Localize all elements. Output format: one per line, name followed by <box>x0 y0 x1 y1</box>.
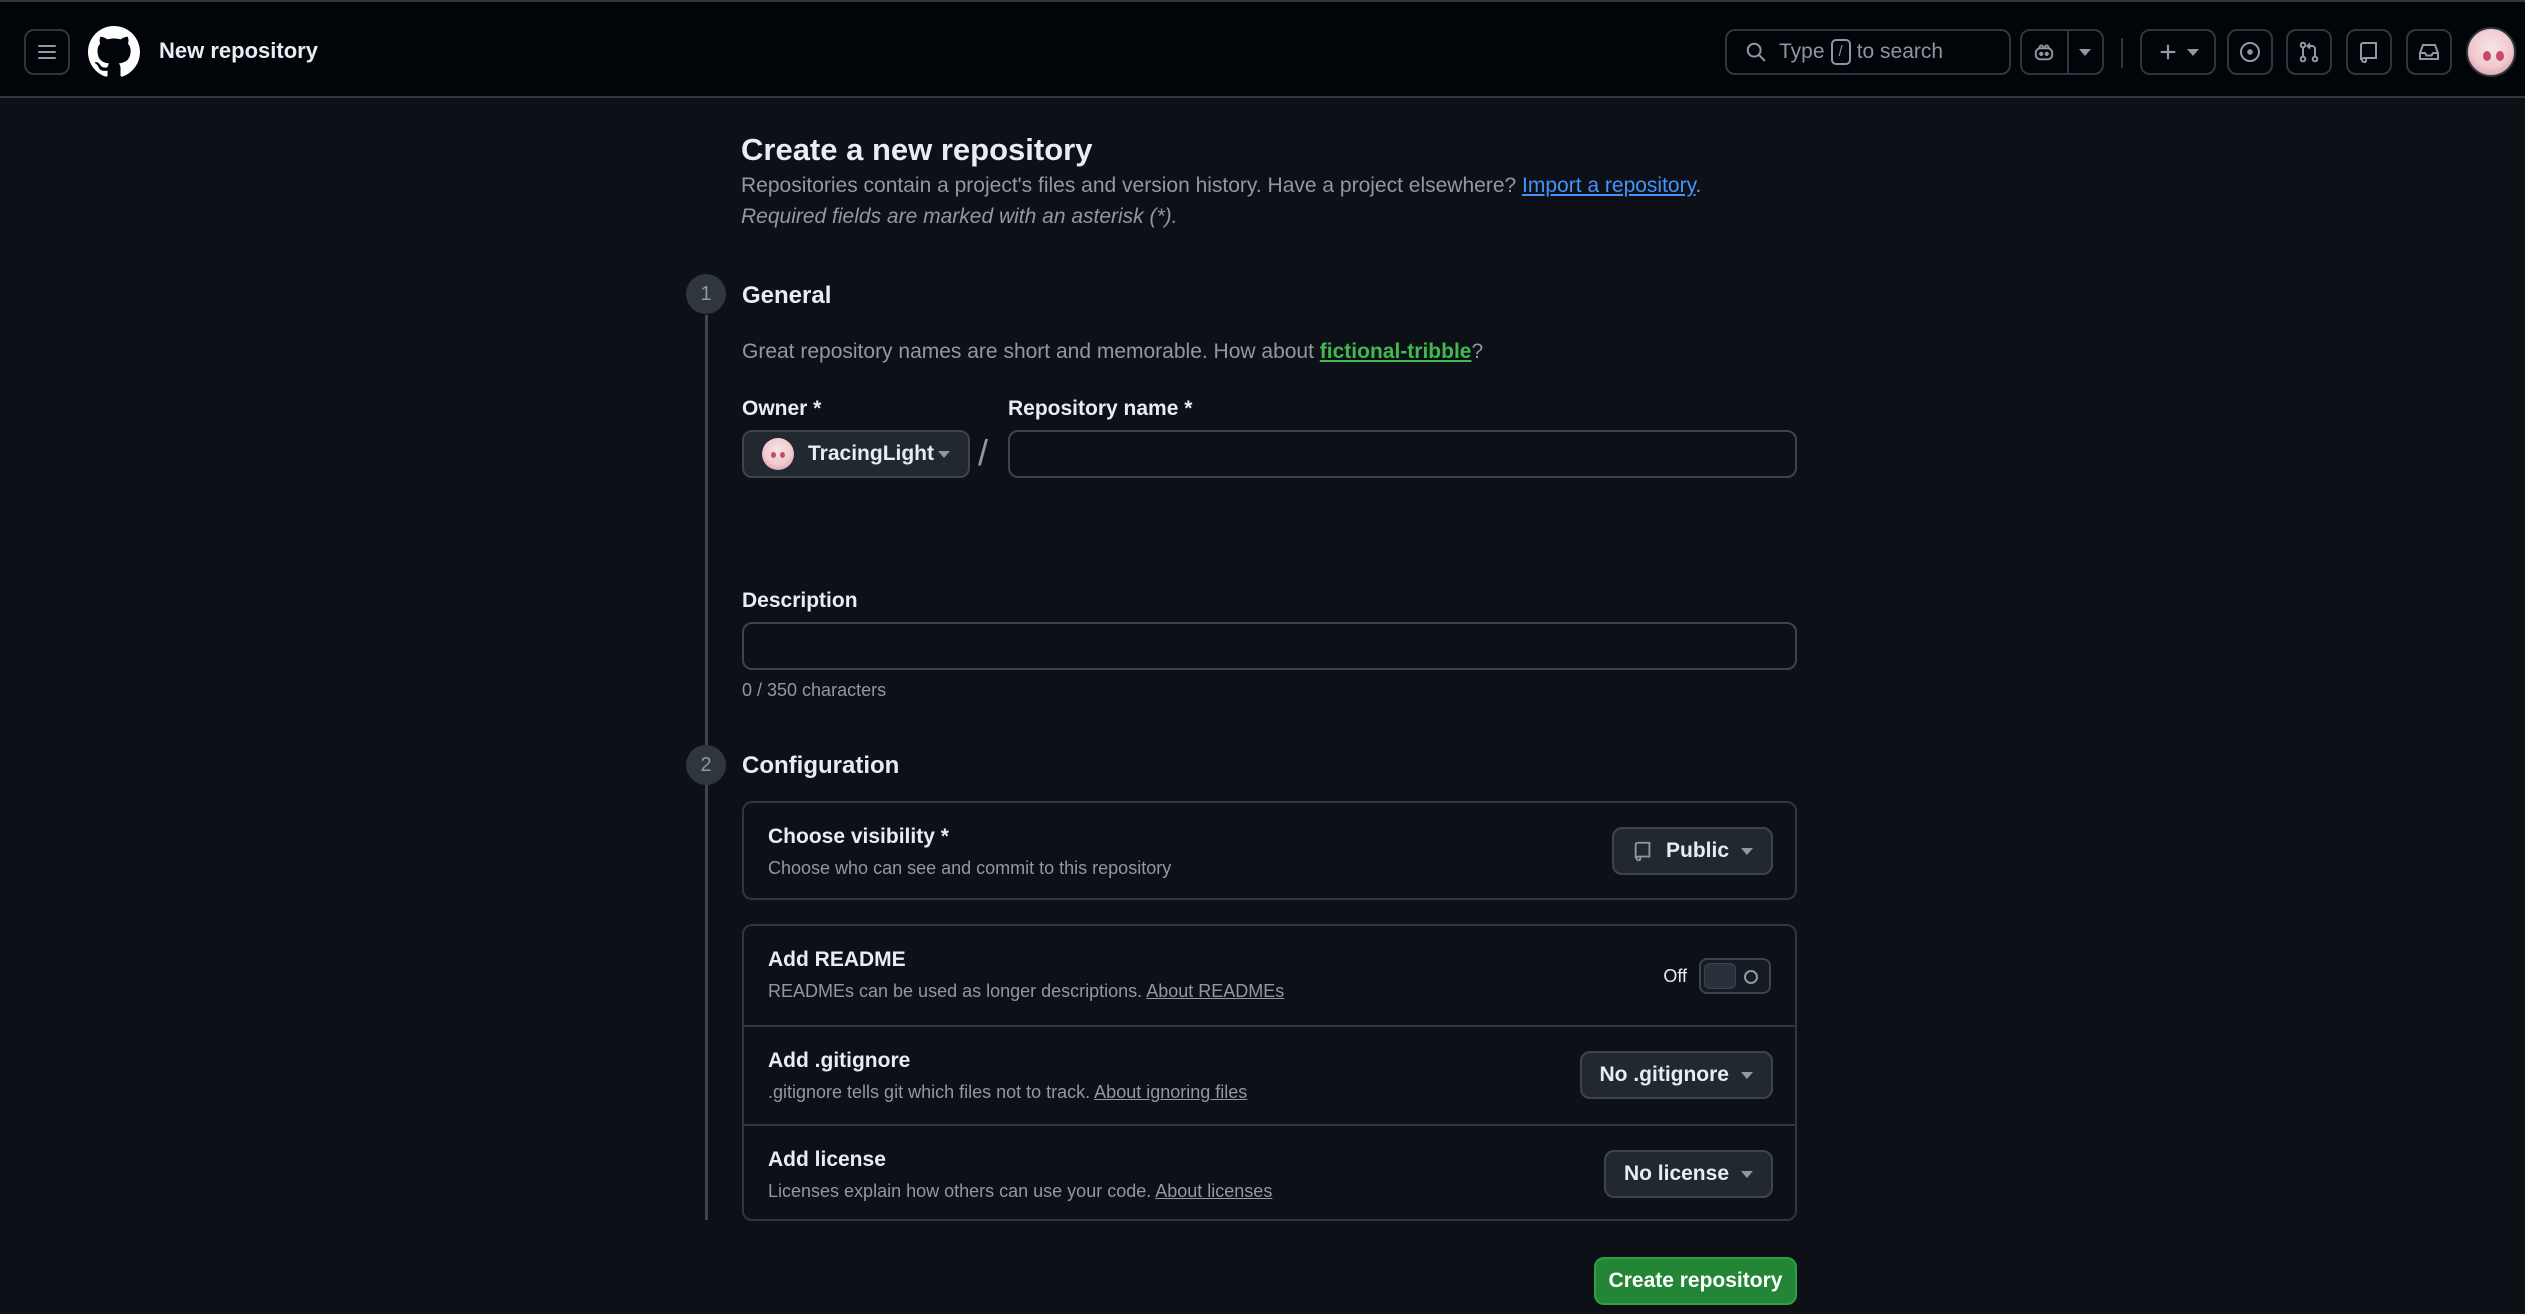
copilot-menu <box>2020 29 2104 75</box>
gitignore-title: Add .gitignore <box>768 1049 911 1072</box>
gitignore-value: No .gitignore <box>1599 1063 1730 1086</box>
subtitle-end: . <box>1695 174 1702 197</box>
license-select-button[interactable]: No license <box>1603 1150 1773 1198</box>
repository-name-label: Repository name * <box>1008 397 1193 420</box>
owner-select-button[interactable]: TracingLight <box>742 430 970 478</box>
suggested-name-link[interactable]: fictional-tribble <box>1320 340 1472 363</box>
chevron-down-icon <box>2079 48 2092 56</box>
chevron-down-icon <box>938 450 950 458</box>
search-icon <box>1746 42 1766 62</box>
plus-icon <box>2160 44 2176 60</box>
visibility-description: Choose who can see and commit to this re… <box>768 858 1172 878</box>
visibility-card: Choose visibility * Choose who can see a… <box>742 801 1797 900</box>
readme-toggle-group: Off <box>1663 958 1771 994</box>
search-shortcut-key: / <box>1830 39 1851 65</box>
suggestion-end: ? <box>1471 340 1484 363</box>
visibility-select-button[interactable]: Public <box>1611 827 1773 875</box>
notifications-inbox-button[interactable] <box>2406 29 2452 75</box>
copilot-dropdown-button[interactable] <box>2066 31 2102 73</box>
section-heading-general: General <box>742 282 832 309</box>
hamburger-icon <box>38 45 56 59</box>
owner-repo-separator: / <box>978 432 989 473</box>
license-description: Licenses explain how others can use your… <box>768 1181 1272 1202</box>
section-heading-configuration: Configuration <box>742 752 900 779</box>
suggestion-text: Great repository names are short and mem… <box>742 340 1314 363</box>
copilot-icon <box>2035 44 2054 61</box>
search-suffix: to search <box>1856 40 1944 63</box>
header-divider <box>2121 38 2123 68</box>
user-avatar[interactable] <box>2466 27 2516 77</box>
description-label: Description <box>742 589 858 612</box>
readme-desc-text: READMEs can be used as longer descriptio… <box>768 981 1143 1001</box>
chevron-down-icon <box>1741 1071 1753 1079</box>
gitignore-row: Add .gitignore .gitignore tells git whic… <box>744 1025 1795 1124</box>
hamburger-menu-button[interactable] <box>24 29 70 75</box>
page-context-title[interactable]: New repository <box>159 38 318 64</box>
inbox-icon <box>2419 44 2439 60</box>
page-subtitle: Repositories contain a project's files a… <box>741 174 1701 198</box>
search-box[interactable]: Type / to search <box>1725 29 2011 75</box>
repo-icon <box>1634 841 1651 862</box>
owner-value: TracingLight <box>808 442 934 465</box>
name-suggestion: Great repository names are short and mem… <box>742 340 1483 364</box>
page-title: Create a new repository <box>741 132 1093 167</box>
pull-requests-button[interactable] <box>2286 29 2332 75</box>
step-number-general: 1 <box>686 274 726 314</box>
github-logo-icon[interactable] <box>88 26 140 78</box>
license-row: Add license Licenses explain how others … <box>744 1124 1795 1221</box>
about-licenses-link[interactable]: About licenses <box>1155 1181 1272 1201</box>
license-value: No license <box>1623 1162 1729 1185</box>
visibility-value: Public <box>1665 839 1729 862</box>
description-input[interactable] <box>742 622 1797 670</box>
readme-toggle-state: Off <box>1663 965 1687 986</box>
issue-opened-icon <box>2240 42 2260 62</box>
step-number-configuration: 2 <box>686 745 726 785</box>
git-pull-request-icon <box>2299 41 2319 63</box>
chevron-down-icon <box>1741 1170 1753 1178</box>
create-new-button[interactable] <box>2140 29 2216 75</box>
owner-avatar <box>762 438 794 470</box>
search-prefix: Type <box>1779 40 1825 63</box>
repository-name-input[interactable] <box>1008 430 1797 478</box>
license-desc-text: Licenses explain how others can use your… <box>768 1181 1152 1201</box>
readme-row: Add README READMEs can be used as longer… <box>744 926 1795 1025</box>
readme-title: Add README <box>768 948 906 971</box>
create-repository-button[interactable]: Create repository <box>1594 1257 1797 1305</box>
readme-toggle-switch[interactable] <box>1699 958 1771 994</box>
import-repository-link[interactable]: Import a repository <box>1522 174 1696 197</box>
about-readmes-link[interactable]: About READMEs <box>1146 981 1284 1001</box>
chevron-down-icon <box>1741 847 1753 855</box>
toggle-off-icon <box>1744 970 1758 984</box>
subtitle-text: Repositories contain a project's files a… <box>741 174 1517 197</box>
owner-label: Owner * <box>742 397 822 420</box>
readme-description: READMEs can be used as longer descriptio… <box>768 981 1284 1002</box>
copilot-button[interactable] <box>2022 31 2067 73</box>
chevron-down-icon <box>2187 48 2199 56</box>
license-title: Add license <box>768 1148 886 1171</box>
about-ignoring-files-link[interactable]: About ignoring files <box>1094 1082 1247 1102</box>
gitignore-description: .gitignore tells git which files not to … <box>768 1082 1247 1103</box>
repositories-button[interactable] <box>2346 29 2392 75</box>
visibility-title: Choose visibility * <box>768 825 949 848</box>
description-char-count: 0 / 350 characters <box>742 680 887 700</box>
gitignore-select-button[interactable]: No .gitignore <box>1579 1051 1773 1099</box>
required-fields-note: Required fields are marked with an aster… <box>741 205 1178 228</box>
repo-icon <box>2360 42 2377 63</box>
issues-button[interactable] <box>2227 29 2273 75</box>
gitignore-desc-text: .gitignore tells git which files not to … <box>768 1082 1091 1102</box>
toggle-knob <box>1704 963 1736 989</box>
global-header: New repository Type / to search <box>0 0 2525 98</box>
repository-options-card: Add README READMEs can be used as longer… <box>742 924 1797 1221</box>
